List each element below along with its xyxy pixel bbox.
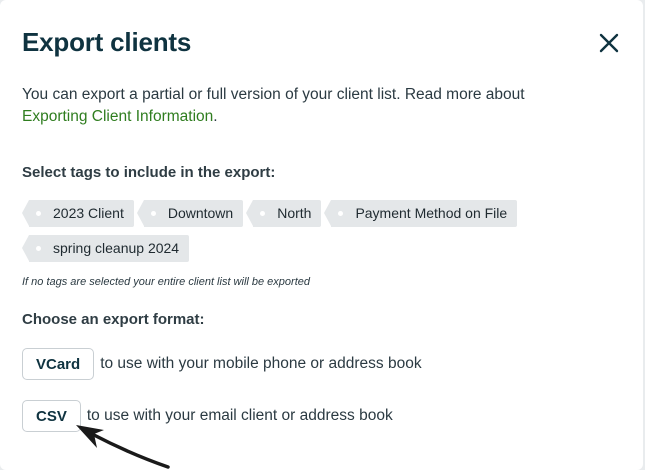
tags-section-label: Select tags to include in the export: [22, 164, 276, 181]
tag-payment-method-on-file[interactable]: Payment Method on File [324, 200, 518, 227]
tag-hole-icon [36, 211, 41, 216]
tags-note: If no tags are selected your entire clie… [22, 276, 310, 288]
tag-hole-icon [36, 246, 41, 251]
tag-downtown[interactable]: Downtown [136, 200, 244, 227]
description-text: You can export a partial or full version… [22, 86, 525, 103]
tag-hole-icon [338, 211, 344, 216]
dialog-description: You can export a partial or full version… [22, 84, 622, 128]
tag-hole-icon [150, 211, 156, 216]
tag-2023-client[interactable]: 2023 Client [22, 200, 134, 227]
tag-label: Downtown [167, 205, 234, 221]
vcard-option: VCard to use with your mobile phone or a… [22, 348, 422, 380]
tag-north[interactable]: North [246, 200, 322, 227]
dialog-title: Export clients [22, 27, 192, 57]
tag-label: North [277, 205, 312, 221]
vcard-description: to use with your mobile phone or address… [100, 355, 422, 372]
vcard-button[interactable]: VCard [22, 348, 95, 380]
tag-row: 2023 Client Downtown North Payment Metho… [22, 200, 522, 227]
tag-spring-cleanup-2024[interactable]: spring cleanup 2024 [21, 235, 190, 262]
close-icon[interactable] [597, 31, 621, 55]
export-clients-dialog: Export clients You can export a partial … [0, 0, 643, 470]
tag-hole-icon [260, 211, 266, 216]
tag-label: Payment Method on File [355, 205, 508, 221]
tag-label: 2023 Client [53, 205, 124, 221]
pointer-arrow-icon [76, 425, 170, 469]
tag-row: spring cleanup 2024 [21, 235, 522, 262]
tag-label: spring cleanup 2024 [53, 240, 180, 256]
exporting-client-information-link[interactable]: Exporting Client Information [22, 108, 213, 125]
link-suffix: . [213, 108, 218, 125]
tag-list: 2023 Client Downtown North Payment Metho… [21, 200, 522, 270]
format-section-label: Choose an export format: [22, 311, 205, 328]
